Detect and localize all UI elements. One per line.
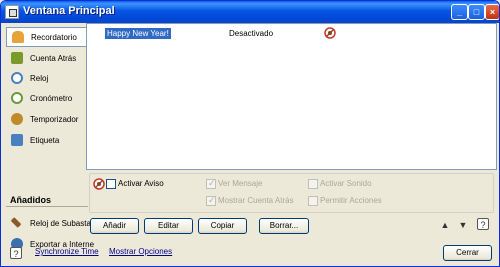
checkbox-label: Activar Sonido [320, 179, 372, 189]
mostrar-cuenta-atras-checkbox[interactable]: ✓ Mostrar Cuenta Atrás [206, 195, 294, 206]
countdown-icon [11, 52, 23, 64]
sidebar-item-label: Etiqueta [30, 136, 60, 145]
checkbox-label: Activar Aviso [118, 179, 164, 189]
edit-button[interactable]: Editar [144, 218, 193, 234]
permitir-acciones-checkbox[interactable]: Permitir Acciones [308, 196, 382, 206]
checkbox-box[interactable]: ✓ [206, 178, 216, 189]
close-window-button[interactable]: × [485, 4, 499, 20]
checkbox-box[interactable]: ✓ [206, 195, 216, 206]
checkbox-label: Permitir Acciones [320, 196, 382, 206]
info-icon: ? [10, 247, 22, 259]
sidebar-item-reloj-subasta[interactable]: Reloj de Subasta [6, 214, 91, 234]
sidebar-item-cronometro[interactable]: Cronómetro [6, 89, 86, 109]
activar-aviso-checkbox[interactable]: Activar Aviso [106, 179, 164, 189]
reminder-list[interactable]: Happy New Year! Desactivado [86, 23, 497, 170]
checkbox-label: Mostrar Cuenta Atrás [218, 196, 294, 206]
sidebar-item-recordatorio[interactable]: Recordatorio [6, 27, 86, 47]
copy-button[interactable]: Copiar [198, 218, 247, 234]
sidebar-item-label: Recordatorio [31, 33, 77, 42]
disabled-icon [93, 178, 105, 190]
ver-mensaje-checkbox[interactable]: ✓ Ver Mensaje [206, 178, 263, 189]
sidebar-item-label: Temporizador [30, 115, 79, 124]
checkbox-box[interactable] [308, 196, 318, 206]
check-mark-icon: ✓ [208, 178, 216, 188]
checkbox-label: Ver Mensaje [218, 179, 263, 189]
app-icon [5, 5, 19, 19]
checkbox-box[interactable] [308, 179, 318, 189]
addons-section-title: Añadidos [10, 195, 52, 205]
minimize-button[interactable]: _ [451, 4, 468, 20]
move-down-icon[interactable]: ▼ [457, 219, 469, 231]
bell-icon [12, 31, 24, 43]
add-button[interactable]: Añadir [90, 218, 139, 234]
move-up-icon[interactable]: ▲ [439, 219, 451, 231]
sidebar-item-label: Cuenta Atrás [30, 54, 77, 63]
sidebar: Recordatorio Cuenta Atrás Reloj Cronómet… [6, 25, 94, 250]
close-button[interactable]: Cerrar [443, 245, 492, 261]
show-options-link[interactable]: Mostrar Opciones [109, 247, 172, 256]
label-icon [11, 134, 23, 146]
main-window: Ventana Principal _ □ × Recordatorio Cue… [0, 0, 500, 267]
delete-button[interactable]: Borrar... [259, 218, 309, 234]
timer-icon [11, 113, 23, 125]
section-divider [6, 206, 88, 207]
sidebar-item-etiqueta[interactable]: Etiqueta [6, 131, 86, 151]
window-title: Ventana Principal [23, 5, 115, 17]
hammer-icon [10, 217, 22, 228]
synchronize-time-link[interactable]: Synchronize Time [35, 247, 99, 256]
checkbox-box[interactable] [106, 179, 116, 189]
help-icon[interactable]: ? [477, 218, 489, 230]
sidebar-item-label: Reloj [30, 74, 49, 83]
sidebar-item-label: Cronómetro [30, 94, 73, 103]
sidebar-item-cuenta-atras[interactable]: Cuenta Atrás [6, 49, 86, 69]
options-panel: Activar Aviso ✓ Ver Mensaje Activar Sonid… [89, 173, 494, 213]
clock-icon [11, 72, 23, 84]
disabled-icon [324, 27, 336, 41]
stopwatch-icon [11, 92, 23, 104]
activar-sonido-checkbox[interactable]: Activar Sonido [308, 179, 372, 189]
check-mark-icon: ✓ [208, 195, 216, 205]
title-bar[interactable]: Ventana Principal _ □ × [1, 1, 499, 23]
reminder-status: Desactivado [229, 29, 274, 38]
sidebar-item-reloj[interactable]: Reloj [6, 69, 86, 89]
reminder-name[interactable]: Happy New Year! [105, 28, 171, 39]
sidebar-item-temporizador[interactable]: Temporizador [6, 110, 86, 130]
sidebar-item-label: Reloj de Subasta [30, 219, 91, 228]
maximize-button[interactable]: □ [468, 4, 485, 20]
